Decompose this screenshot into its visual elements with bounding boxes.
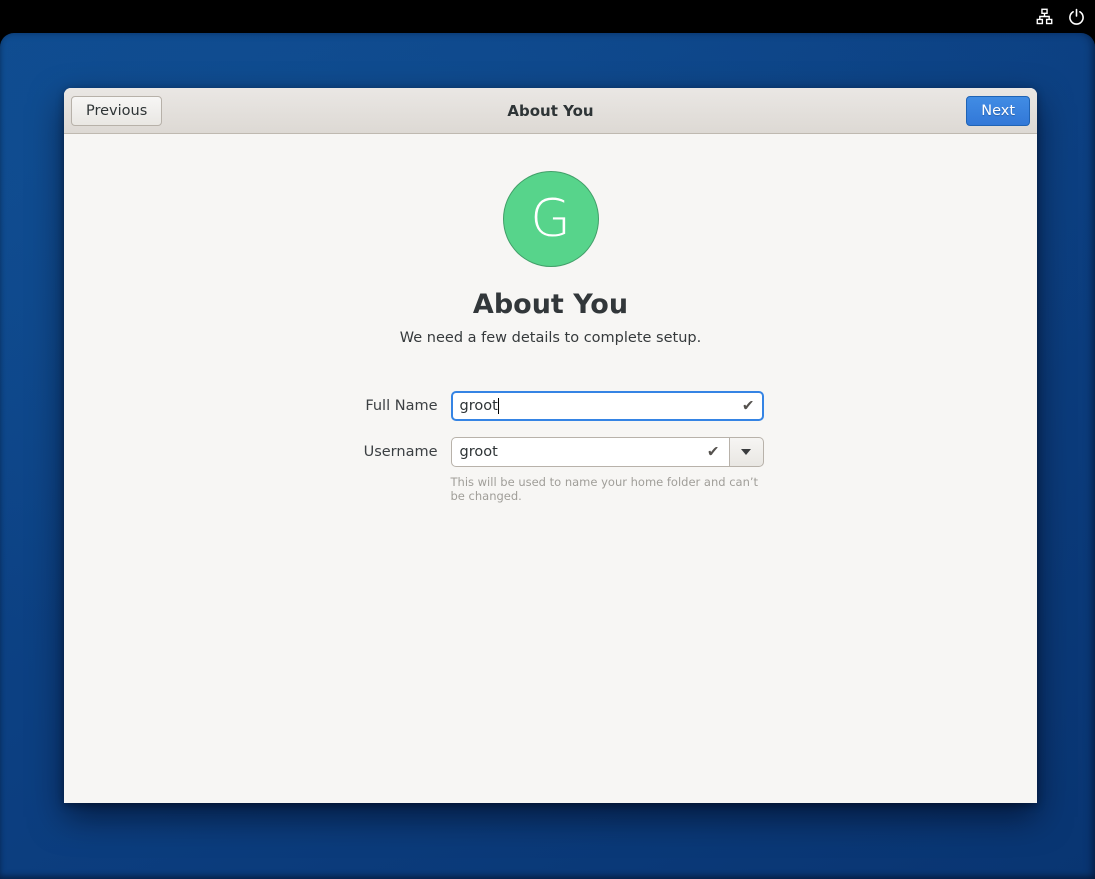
- top-bar: [0, 0, 1095, 33]
- power-icon[interactable]: [1067, 8, 1085, 26]
- full-name-label: Full Name: [338, 398, 438, 414]
- username-hint-row: This will be used to name your home fold…: [338, 472, 764, 504]
- page-subtitle: We need a few details to complete setup.: [400, 330, 701, 346]
- header-bar: Previous About You Next: [64, 88, 1037, 134]
- page-content: G About You We need a few details to com…: [64, 134, 1037, 803]
- chevron-down-icon: [741, 449, 751, 455]
- avatar: G: [503, 171, 599, 267]
- username-input[interactable]: [451, 437, 730, 467]
- about-you-form: Full Name ✔ Username ✔: [338, 391, 764, 504]
- network-wired-icon[interactable]: [1035, 8, 1053, 26]
- previous-button[interactable]: Previous: [71, 96, 162, 126]
- window-title: About You: [64, 102, 1037, 120]
- username-label: Username: [338, 444, 438, 460]
- full-name-control: ✔: [451, 391, 764, 421]
- username-dropdown-button[interactable]: [730, 437, 764, 467]
- next-button[interactable]: Next: [966, 96, 1030, 126]
- initial-setup-window: Previous About You Next G About You We n…: [64, 88, 1037, 803]
- username-hint: This will be used to name your home fold…: [451, 472, 764, 504]
- full-name-input[interactable]: [451, 391, 764, 421]
- username-combo: ✔: [451, 437, 764, 467]
- username-row: Username ✔: [338, 437, 764, 467]
- page-title: About You: [473, 289, 628, 320]
- full-name-row: Full Name ✔: [338, 391, 764, 421]
